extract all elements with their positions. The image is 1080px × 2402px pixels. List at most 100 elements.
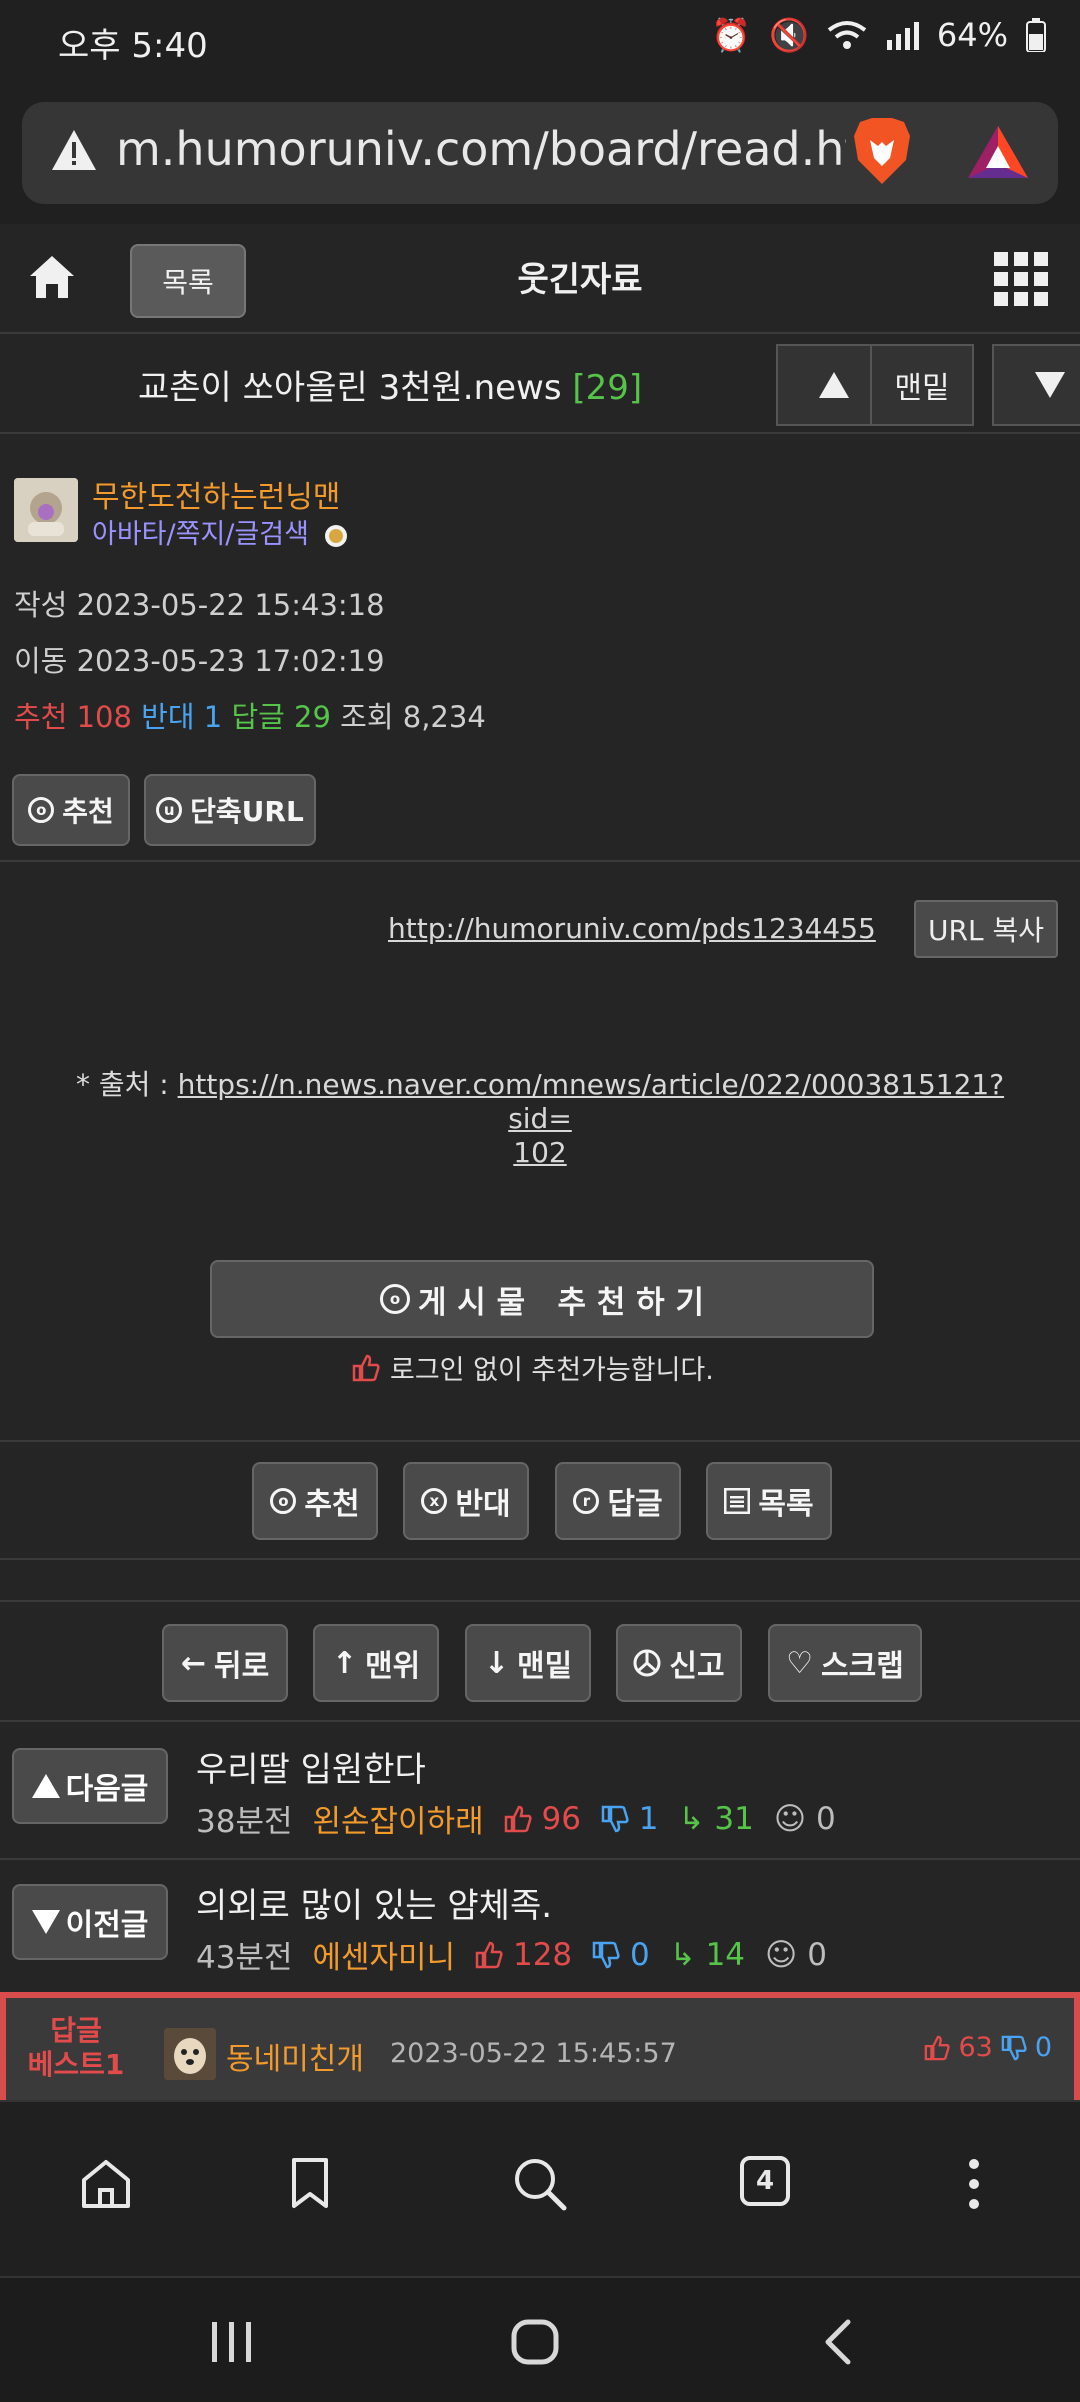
url-text[interactable]: m.humoruniv.com/board/read.htm	[116, 122, 846, 176]
thumbs-down-icon	[601, 1805, 629, 1832]
divider	[0, 1558, 1080, 1560]
recent-apps-icon[interactable]	[208, 2320, 256, 2364]
best-badge-line1: 답글	[50, 2014, 102, 2047]
search-icon[interactable]	[512, 2156, 568, 2212]
triangle-down-icon	[1035, 372, 1065, 398]
back-button[interactable]: ← 뒤로	[162, 1624, 288, 1702]
reply-button[interactable]: r 답글	[555, 1462, 681, 1540]
login-note-text: 로그인 없이 추천가능합니다.	[390, 1355, 714, 1386]
post-title: 교촌이 쏘아올린 3천원.news [29]	[138, 360, 642, 409]
signal-icon	[886, 22, 919, 50]
next-post-meta: 38분전 왼손잡이하래 96 1 ↳ 31 ☺ 0	[196, 1796, 836, 1841]
recommend-small-label: 추천	[62, 795, 114, 828]
circle-r-icon: r	[573, 1488, 600, 1514]
best-reply-author[interactable]: 동네미친개	[226, 2034, 364, 2078]
prev-post-meta: 43분전 에센자미니 128 0 ↳ 14 ☺ 0	[196, 1932, 827, 1977]
oppose-label: 반대	[455, 1487, 511, 1522]
scroll-down-button[interactable]	[992, 344, 1080, 426]
post-title-bar: 교촌이 쏘아올린 3천원.news [29] 맨밑	[0, 334, 1080, 434]
prev-post-comments-count: 0	[807, 1936, 827, 1973]
peace-report-icon	[633, 1649, 661, 1677]
thumbs-up-icon	[925, 2035, 951, 2060]
source-link[interactable]: https://n.news.naver.com/mnews/article/0…	[178, 1068, 1004, 1135]
triangle-up-icon	[819, 372, 849, 398]
arrow-left-icon: ←	[180, 1645, 206, 1681]
warning-icon[interactable]	[50, 128, 98, 172]
author-avatar[interactable]	[14, 478, 78, 542]
brave-lion-icon[interactable]	[850, 116, 914, 186]
author-name[interactable]: 무한도전하는런닝맨	[92, 472, 340, 516]
circle-o-icon: o	[380, 1284, 410, 1314]
next-post-button[interactable]: 다음글	[12, 1748, 168, 1824]
more-menu-icon[interactable]	[966, 2158, 982, 2210]
report-label: 신고	[669, 1649, 725, 1684]
smiley-icon: ☺	[765, 1936, 798, 1973]
system-nav-bar	[0, 2276, 1080, 2402]
status-time: 오후 5:40	[58, 26, 208, 66]
author-menu-text[interactable]: 아바타/쪽지/글검색	[92, 519, 309, 550]
prev-post-time: 43분전	[196, 1940, 293, 1976]
report-button[interactable]: 신고	[616, 1624, 742, 1702]
prev-post-label: 이전글	[65, 1908, 149, 1943]
written-date: 작성 2023-05-22 15:43:18	[14, 588, 385, 622]
rec-count: 108	[76, 700, 132, 734]
back-label: 뒤로	[213, 1649, 270, 1684]
next-post-down: 1	[601, 1801, 659, 1837]
bookmark-icon[interactable]	[290, 2156, 330, 2210]
prev-post-button[interactable]: 이전글	[12, 1884, 168, 1960]
source-prefix: * 출처 :	[75, 1068, 178, 1101]
next-post-down-count: 1	[638, 1800, 659, 1837]
best-reply-up: 63	[958, 2032, 993, 2063]
top-label: 맨위	[364, 1649, 421, 1684]
bottom-button[interactable]: ↓ 맨밑	[465, 1624, 591, 1702]
list-bottom-button[interactable]: 목록	[706, 1462, 832, 1540]
top-button[interactable]: ↑ 맨위	[313, 1624, 439, 1702]
next-post-up: 96	[504, 1801, 581, 1837]
prev-post-down-count: 0	[630, 1936, 650, 1973]
reply-label: 답글	[607, 1487, 663, 1522]
thumbs-up-icon	[352, 1354, 380, 1381]
source-link-cont[interactable]: 102	[513, 1136, 566, 1169]
pds-url-link[interactable]: http://humoruniv.com/pds1234455	[388, 912, 876, 945]
next-post-title[interactable]: 우리딸 입원한다	[196, 1742, 426, 1791]
back-system-icon[interactable]	[820, 2318, 854, 2366]
short-url-label: 단축URL	[190, 795, 304, 828]
tabs-button[interactable]: 4	[740, 2156, 790, 2206]
short-url-button[interactable]: u 단축URL	[144, 774, 316, 846]
prev-post-up: 128	[475, 1937, 572, 1973]
scroll-bottom-button[interactable]: 맨밑	[870, 344, 974, 426]
prev-post-author[interactable]: 에센자미니	[313, 1932, 456, 1977]
battery-icon	[1026, 18, 1046, 52]
divider	[0, 860, 1080, 862]
scrap-button[interactable]: ♡ 스크랩	[768, 1624, 922, 1702]
url-copy-button[interactable]: URL 복사	[914, 900, 1058, 958]
next-post-replies: ↳ 31	[679, 1801, 754, 1837]
address-bar[interactable]: m.humoruniv.com/board/read.htm	[22, 102, 1058, 204]
oppose-button[interactable]: x 반대	[403, 1462, 529, 1540]
next-post-author[interactable]: 왼손잡이하래	[313, 1796, 484, 1841]
moved-date: 이동 2023-05-23 17:02:19	[14, 644, 385, 678]
next-post-label: 다음글	[65, 1772, 149, 1807]
grid-menu-icon[interactable]	[994, 252, 1048, 306]
arrow-down-icon: ↓	[483, 1645, 509, 1681]
best-reply-avatar[interactable]	[164, 2028, 216, 2080]
home-nav-icon[interactable]	[80, 2158, 132, 2210]
opp-count: 1	[203, 700, 223, 734]
status-bar: 오후 5:40 ⏰ 🔇 64%	[0, 0, 1080, 80]
home-system-icon[interactable]	[510, 2318, 560, 2366]
recommend-button[interactable]: o 추천	[252, 1462, 378, 1540]
mute-icon: 🔇	[769, 16, 809, 54]
wifi-icon	[827, 21, 867, 49]
reply-arrow-icon: ↳	[678, 1800, 705, 1837]
circle-u-icon: u	[156, 797, 183, 823]
post-title-text: 교촌이 쏘아올린 3천원.news	[138, 368, 562, 408]
author-menu-link[interactable]: 아바타/쪽지/글검색	[92, 512, 348, 551]
recommend-post-button[interactable]: o 게 시 물 추 천 하 기	[210, 1260, 874, 1338]
status-icons: ⏰ 🔇 64%	[711, 16, 1046, 54]
prev-post-title[interactable]: 의외로 많이 있는 얌체족.	[196, 1878, 552, 1927]
recommend-small-button[interactable]: o 추천	[12, 774, 130, 846]
best-reply-down: 0	[1034, 2032, 1052, 2063]
recommend-post-label: 게 시 물 추 천 하 기	[418, 1284, 704, 1321]
next-post-comments: ☺ 0	[774, 1801, 836, 1837]
bat-rewards-icon[interactable]	[966, 124, 1030, 180]
